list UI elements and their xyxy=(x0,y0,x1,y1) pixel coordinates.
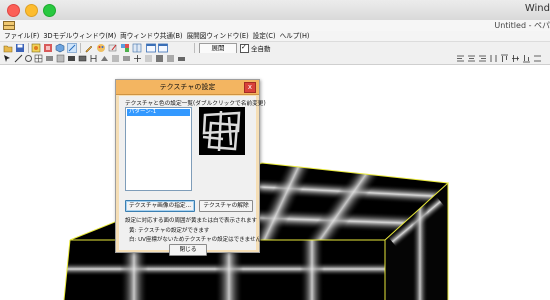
texture-icon[interactable] xyxy=(31,43,41,53)
align-center-icon[interactable] xyxy=(467,54,476,63)
texture-list-item[interactable]: パターン-1 xyxy=(127,109,190,116)
window2-icon[interactable] xyxy=(158,43,168,53)
layer-icon[interactable] xyxy=(78,54,87,63)
dialog-close-button[interactable]: x xyxy=(244,82,256,93)
fold-icon[interactable] xyxy=(100,54,109,63)
select-icon[interactable] xyxy=(3,54,12,63)
layers-icon[interactable] xyxy=(120,43,130,53)
menu-3d-model-window[interactable]: 3Dモデルウィンドウ(M) xyxy=(41,31,118,41)
align-middle-icon[interactable] xyxy=(511,54,520,63)
zoom-window-button[interactable] xyxy=(43,4,56,17)
close-window-button[interactable] xyxy=(7,4,20,17)
align-left-icon[interactable] xyxy=(456,54,465,63)
window-icon[interactable] xyxy=(146,43,156,53)
3d-model-view[interactable] xyxy=(0,65,550,300)
zoom-icon[interactable] xyxy=(67,54,76,63)
dialog-titlebar[interactable]: テクスチャの設定 x xyxy=(116,80,259,95)
app-header: Untitled - ペパ xyxy=(0,20,550,31)
list-icon[interactable] xyxy=(144,54,153,63)
menu-both-windows[interactable]: 両ウィンドウ共通(B) xyxy=(118,31,184,41)
pencil-icon[interactable] xyxy=(84,43,94,53)
dialog-title: テクスチャの設定 xyxy=(159,83,216,91)
dialog-note-2: 黄: テクスチャの設定ができます xyxy=(129,228,210,234)
texture-settings-dialog: テクスチャの設定 x テクスチャと色の設定一覧(ダブルクリックで名前変更) パタ… xyxy=(115,79,266,256)
close-dialog-button[interactable]: 閉じる xyxy=(169,244,207,256)
texture-preview xyxy=(199,107,245,155)
toolbar-separator xyxy=(80,43,81,53)
align-right-icon[interactable] xyxy=(478,54,487,63)
window-titlebar: Wind xyxy=(0,0,550,21)
app-icon xyxy=(3,21,15,30)
align-top-icon[interactable] xyxy=(500,54,509,63)
menu-help[interactable]: ヘルプ(H) xyxy=(278,31,312,41)
window-title: Wind xyxy=(524,3,550,14)
text-icon[interactable] xyxy=(45,54,54,63)
model-icon[interactable] xyxy=(43,43,53,53)
auto-expand-checkbox[interactable] xyxy=(240,43,249,53)
toolbar-separator xyxy=(194,43,195,53)
align-bottom-icon[interactable] xyxy=(522,54,531,63)
flip-icon[interactable] xyxy=(133,54,142,63)
menu-file[interactable]: ファイル(F) xyxy=(2,31,41,41)
dialog-note-1: 設定に対応する面の周囲が黄または白で表示されます xyxy=(125,218,258,224)
rotate-icon[interactable] xyxy=(24,54,33,63)
distribute-icon[interactable] xyxy=(489,54,498,63)
minimize-window-button[interactable] xyxy=(25,4,38,17)
cube-icon[interactable] xyxy=(55,43,65,53)
grid-icon[interactable] xyxy=(34,54,43,63)
specify-texture-image-button[interactable]: テクスチャ画像の指定... xyxy=(125,200,195,212)
auto-expand-control[interactable]: 全自動 xyxy=(240,43,271,53)
open-folder-icon[interactable] xyxy=(3,43,13,53)
spacing-icon[interactable] xyxy=(533,54,542,63)
dialog-note-3: 白: UV座標がないためテクスチャの設定はできません xyxy=(129,237,262,243)
menu-settings[interactable]: 設定(C) xyxy=(251,31,278,41)
split-icon[interactable] xyxy=(132,43,142,53)
texture-list-label: テクスチャと色の設定一覧(ダブルクリックで名前変更) xyxy=(125,101,266,107)
view-icon[interactable] xyxy=(67,43,77,53)
secondary-toolbar xyxy=(0,53,550,65)
print-icon[interactable] xyxy=(177,54,186,63)
3d-model-canvas[interactable] xyxy=(0,65,550,300)
save-icon[interactable] xyxy=(15,43,25,53)
edge-icon[interactable] xyxy=(111,54,120,63)
menubar: ファイル(F) 3Dモデルウィンドウ(M) 両ウィンドウ共通(B) 展開図ウィン… xyxy=(0,31,550,41)
texture-list[interactable]: パターン-1 xyxy=(125,107,192,191)
release-texture-button[interactable]: テクスチャの解除 xyxy=(199,200,253,212)
dialog-body: テクスチャと色の設定一覧(ダブルクリックで名前変更) パターン-1 テクスチャ画… xyxy=(119,96,266,256)
export-icon[interactable] xyxy=(166,54,175,63)
edit-icon[interactable] xyxy=(108,43,118,53)
tab-icon[interactable] xyxy=(122,54,131,63)
auto-expand-label: 全自動 xyxy=(251,45,271,53)
fill-icon[interactable] xyxy=(155,54,164,63)
toolbar-separator xyxy=(28,43,29,53)
menu-unfold-window[interactable]: 展開図ウィンドウ(E) xyxy=(185,31,251,41)
move-icon[interactable] xyxy=(56,54,65,63)
line-icon[interactable] xyxy=(14,54,23,63)
cut-icon[interactable] xyxy=(89,54,98,63)
document-title: Untitled - ペパ xyxy=(494,21,550,30)
palette-icon[interactable] xyxy=(96,43,106,53)
